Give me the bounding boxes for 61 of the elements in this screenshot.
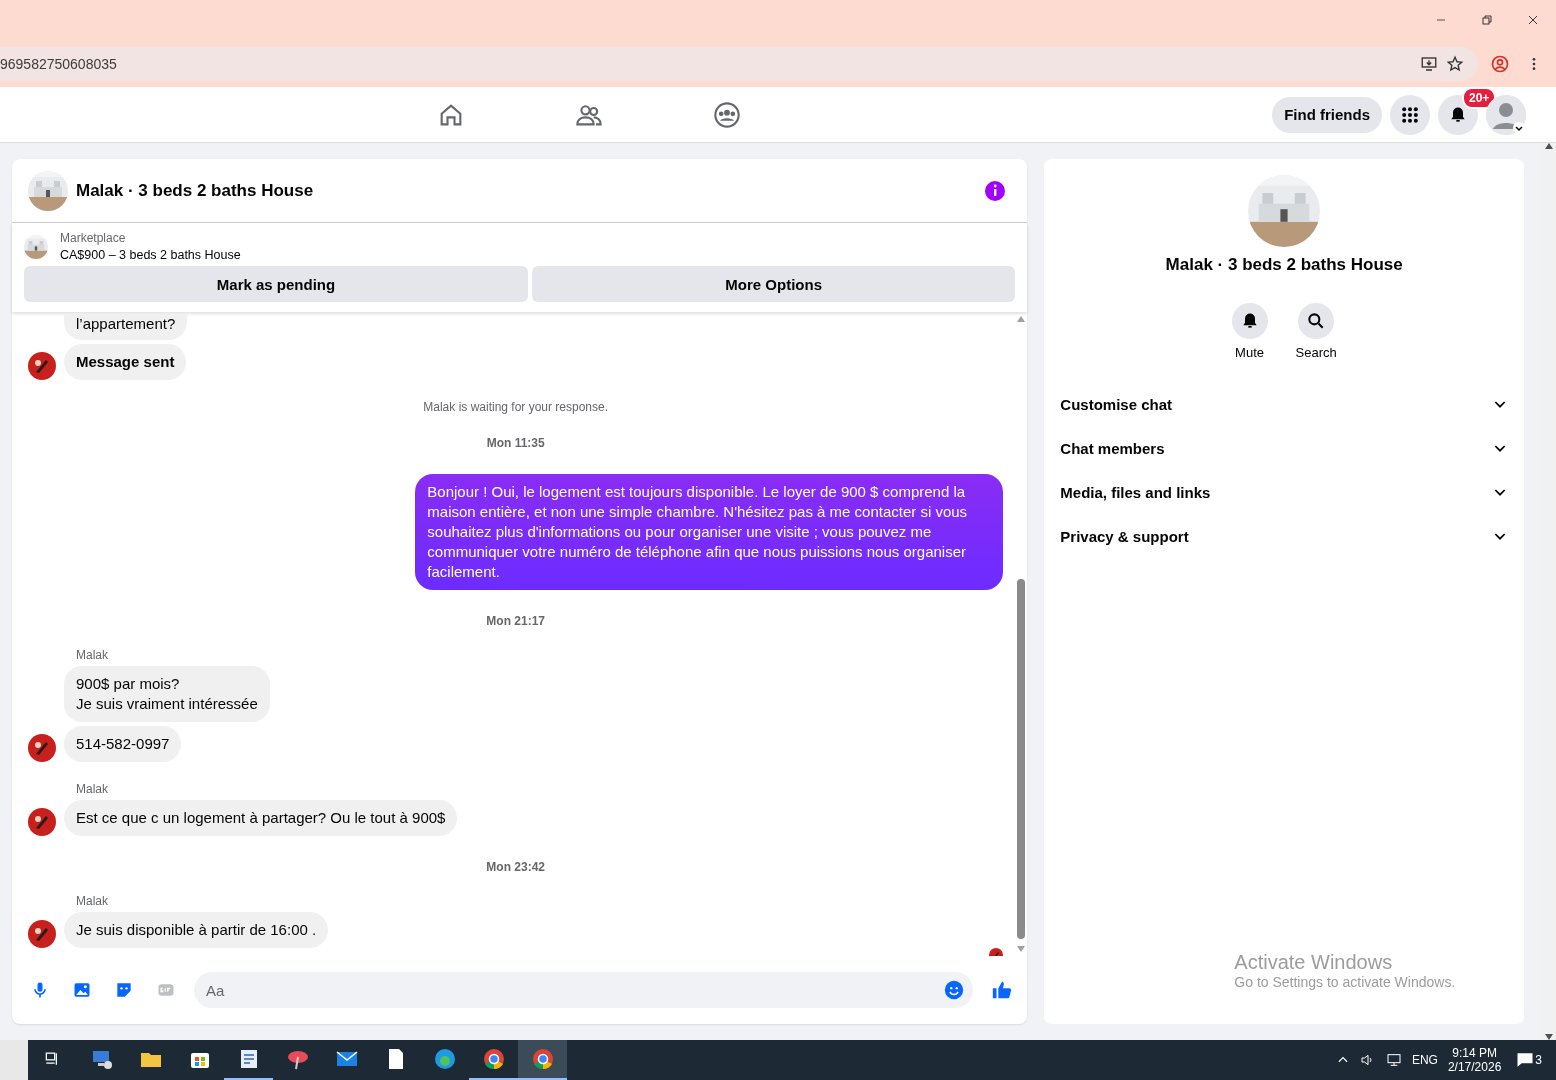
message-bubble: Est ce que c un logement à partager? Ou le tout à 900$ [64, 800, 458, 836]
message-input[interactable]: Aa [194, 972, 974, 1008]
chrome-icon [481, 1047, 506, 1071]
address-bar[interactable]: 969582750608035 [0, 46, 1478, 81]
scroll-thumb[interactable] [1017, 579, 1026, 939]
profile-icon [1490, 53, 1510, 74]
edge-icon [432, 1047, 457, 1071]
timestamp: Mon 11:35 [486, 436, 545, 450]
language-indicator[interactable]: ENG [1411, 1053, 1438, 1067]
activation-subtitle: Go to Settings to activate Windows. [1234, 974, 1456, 990]
page-scrollbar[interactable] [1541, 143, 1556, 1040]
message-bubble: Je suis disponible à partir de 16:00 . [64, 912, 329, 948]
grid-icon [1400, 104, 1420, 125]
section-header[interactable]: Media, files and links [1060, 470, 1508, 514]
notification-count: 3 [1535, 1053, 1542, 1067]
notifications-center-button[interactable]: 3 [1511, 1046, 1546, 1074]
avatar-icon [28, 734, 56, 762]
sticker-icon [114, 980, 134, 1000]
chat-title: Malak · 3 beds 2 baths House [76, 180, 315, 201]
mark-pending-button[interactable]: Mark as pending [24, 266, 528, 302]
avatar-icon [28, 920, 56, 948]
group-icon [713, 100, 741, 129]
more-options-button[interactable]: More Options [532, 266, 1016, 302]
info-icon [983, 178, 1008, 203]
chrome-icon [530, 1047, 555, 1071]
timestamp: Mon 23:42 [486, 860, 545, 874]
avatar-icon [28, 808, 56, 836]
message-bubble: 900$ par mois? Je suis vraiment intéressée [64, 666, 270, 722]
section-header[interactable]: Customise chat [1060, 382, 1508, 426]
image-icon [72, 980, 92, 1000]
find-friends-button[interactable]: Find friends [1272, 96, 1382, 133]
message-bubble: l’appartement? [64, 314, 188, 340]
clock-time[interactable]: 9:14 PM [1452, 1046, 1497, 1060]
message-bubble: Bonjour ! Oui, le logement est toujours disponible. Le loyer de 900 $ comprend la maison entière, et non une simple chambre. N'hésitez pas à me contacter si vous souhaitez plus d'informations ou pour organiser une visite ; vous pouvez me communiquer votre numéro de téléphone afin que nous puissions nous organiser facilement. [415, 474, 1004, 590]
sender-name: Malak [76, 782, 109, 796]
url-text: 969582750608035 [0, 55, 118, 72]
thumbs-up-icon [991, 979, 1014, 1001]
timestamp: Mon 21:17 [486, 614, 545, 628]
sender-name: Malak [76, 894, 109, 908]
listing-source: Marketplace [60, 231, 127, 245]
scroll-up-icon [1017, 316, 1026, 322]
activation-title: Activate Windows [1234, 951, 1394, 974]
listing-title: CA$900 – 3 beds 2 baths House [60, 248, 241, 262]
sender-name: Malak [76, 648, 109, 662]
avatar-icon [28, 352, 56, 380]
status-text: Malak is waiting for your response. [423, 400, 609, 414]
message-bubble: 514-582-0997 [64, 726, 182, 762]
network-icon [1385, 1052, 1402, 1068]
scroll-down-icon [1017, 946, 1026, 952]
conversation-name: Malak · 3 beds 2 baths House [1165, 255, 1403, 275]
star-icon [1446, 54, 1464, 73]
section-header[interactable]: Privacy & support [1060, 514, 1508, 558]
section-header[interactable]: Chat members [1060, 426, 1508, 470]
message-bubble: Message sent [64, 344, 187, 380]
monitor-download-icon [1420, 54, 1438, 73]
apps-button[interactable] [1390, 94, 1430, 135]
restore-icon [1481, 14, 1493, 26]
close-icon [1527, 14, 1539, 26]
clock-date[interactable]: 2/17/2026 [1447, 1060, 1502, 1074]
emoji-icon [943, 979, 966, 1001]
start-button[interactable] [0, 1040, 28, 1080]
